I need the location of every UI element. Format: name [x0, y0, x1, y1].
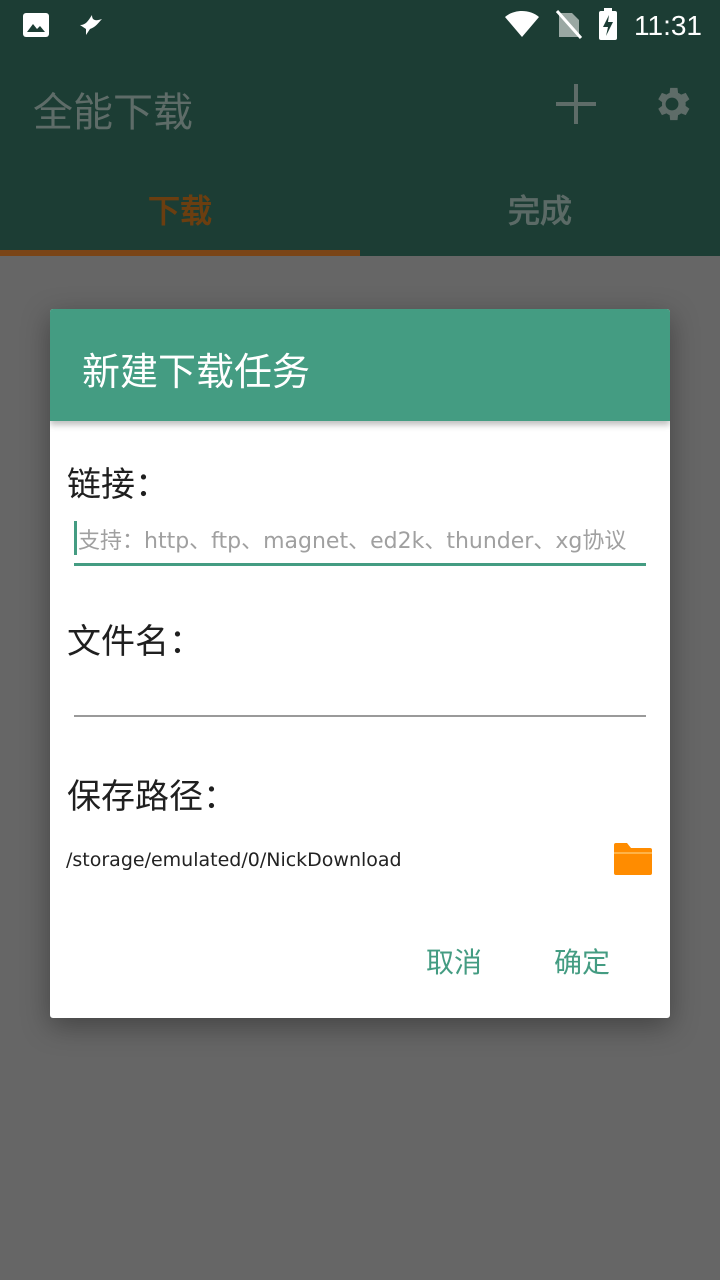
- gear-icon: [658, 87, 690, 121]
- settings-button[interactable]: [650, 82, 694, 126]
- no-sim-icon: [555, 9, 583, 43]
- dialog-title: 新建下载任务: [82, 350, 311, 394]
- add-task-button[interactable]: [552, 80, 600, 128]
- battery-charging-icon: [598, 8, 618, 44]
- dialog-header: 新建下载任务: [50, 309, 670, 421]
- cancel-button[interactable]: 取消: [426, 941, 482, 981]
- clock: 11:31: [634, 10, 702, 41]
- tab-completed[interactable]: 完成: [360, 162, 720, 256]
- app-title: 全能下载: [33, 90, 193, 136]
- app-toolbar: 全能下载: [0, 50, 720, 162]
- tab-indicator: [0, 250, 360, 256]
- tab-bar: 下载 完成: [0, 162, 720, 256]
- bird-notification-icon: [78, 13, 104, 41]
- status-bar: 11:31: [0, 0, 720, 50]
- confirm-button[interactable]: 确定: [554, 941, 610, 981]
- filename-label: 文件名：: [67, 622, 203, 662]
- image-icon: [22, 12, 50, 42]
- link-input[interactable]: 支持：http、ftp、magnet、ed2k、thunder、xg协议: [74, 519, 646, 566]
- link-placeholder: 支持：http、ftp、magnet、ed2k、thunder、xg协议: [78, 529, 627, 554]
- plus-icon: [556, 84, 596, 124]
- link-label: 链接：: [67, 465, 169, 505]
- save-path-value: /storage/emulated/0/NickDownload: [66, 849, 402, 871]
- wifi-icon: [504, 9, 540, 43]
- folder-icon: [614, 843, 652, 875]
- new-download-dialog: 新建下载任务 链接： 支持：http、ftp、magnet、ed2k、thund…: [50, 309, 670, 1018]
- text-cursor: [74, 521, 77, 555]
- save-path-label: 保存路径：: [67, 777, 237, 817]
- filename-input[interactable]: [74, 669, 646, 717]
- choose-folder-button[interactable]: [612, 841, 654, 877]
- tab-download[interactable]: 下载: [0, 162, 360, 256]
